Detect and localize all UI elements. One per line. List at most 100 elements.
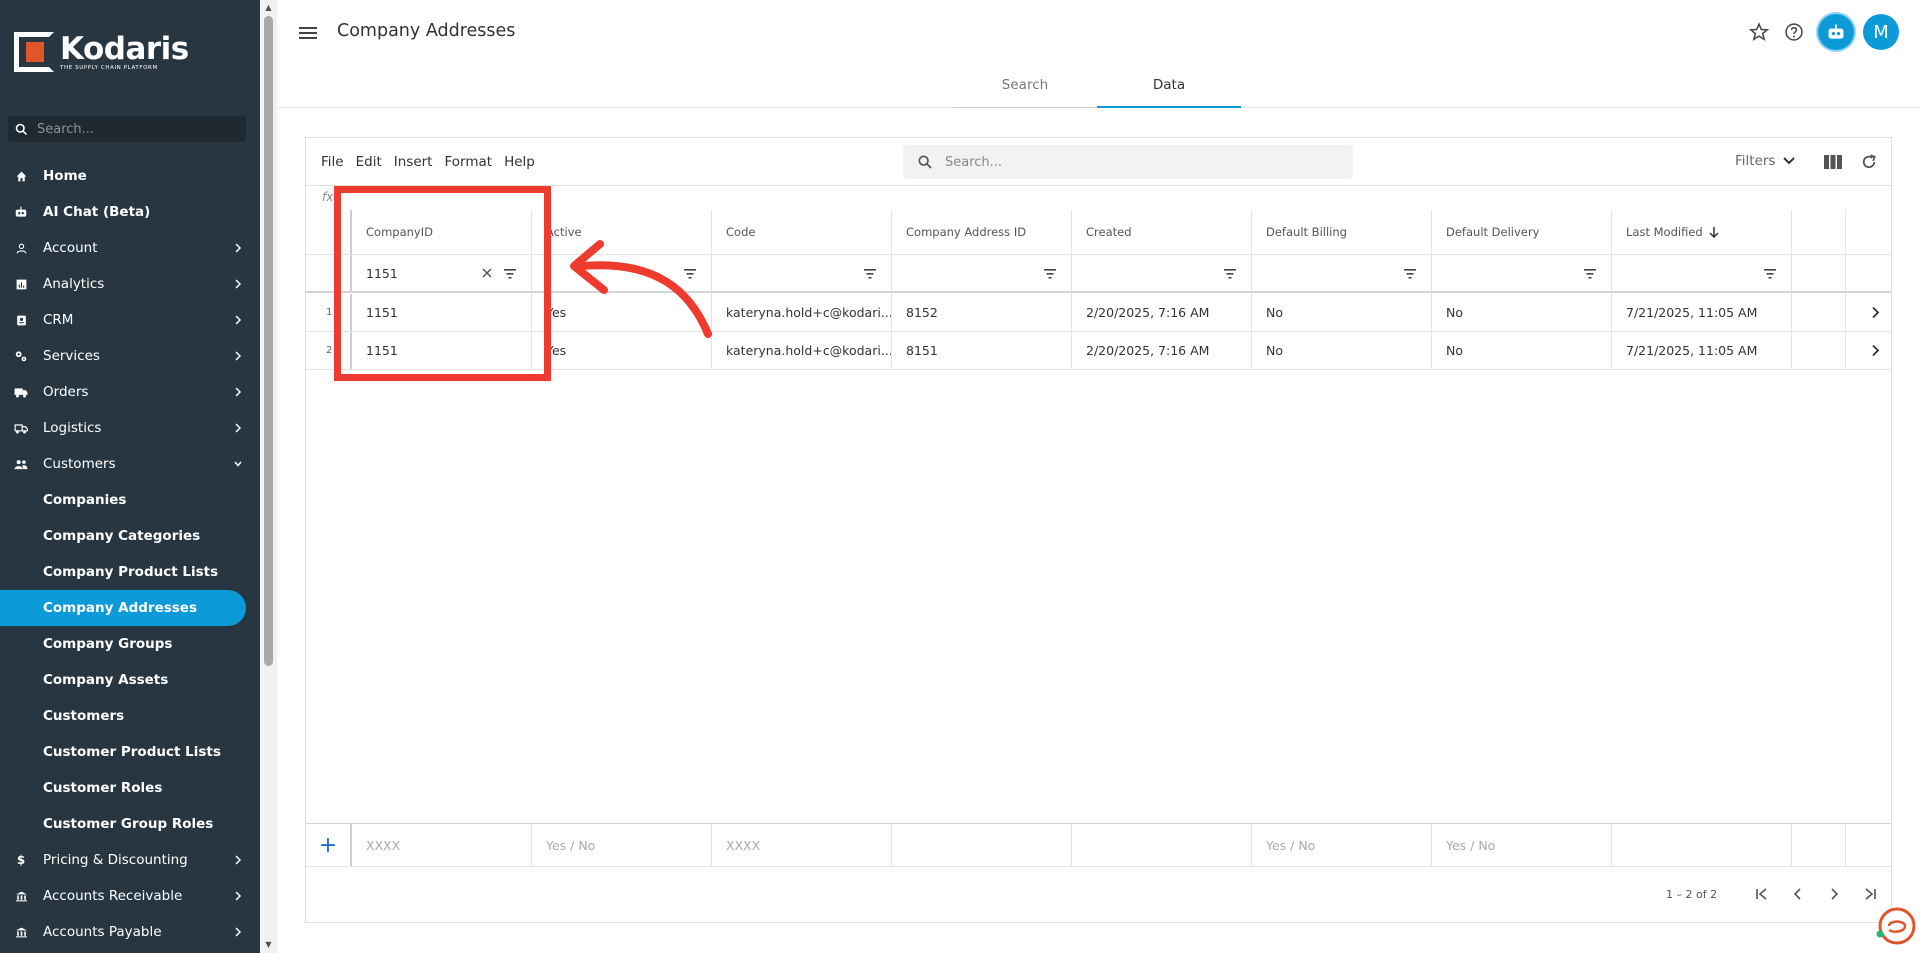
previous-page-icon[interactable] [1788,885,1808,903]
table-cell[interactable]: 8151 [892,332,1072,369]
menu-file[interactable]: File [321,154,344,170]
filter-cell-default-billing[interactable] [1252,255,1432,291]
row-open-button[interactable] [1846,332,1891,369]
chat-support-icon[interactable] [1876,906,1916,946]
insert-cell[interactable]: Yes / No [532,824,712,866]
sidebar-item-company-categories[interactable]: Company Categories [0,518,260,554]
next-page-icon[interactable] [1824,885,1844,903]
insert-cell[interactable] [1072,824,1252,866]
sidebar-item-customer-product-lists[interactable]: Customer Product Lists [0,734,260,770]
grid-search[interactable] [903,145,1353,179]
filter-cell-company-address-id[interactable] [892,255,1072,291]
column-header-default-delivery[interactable]: Default Delivery [1432,210,1612,254]
help-icon[interactable] [1782,20,1806,44]
insert-cell[interactable]: Yes / No [1252,824,1432,866]
column-header-last-modified[interactable]: Last Modified [1612,210,1792,254]
kodaris-logo[interactable]: Kodaris THE SUPPLY CHAIN PLATFORM [14,30,189,74]
star-icon[interactable] [1747,20,1771,44]
sidebar-item-customer-roles[interactable]: Customer Roles [0,770,260,806]
menu-format[interactable]: Format [444,154,492,170]
column-header-company-address-id[interactable]: Company Address ID [892,210,1072,254]
filter-icon[interactable] [1763,268,1777,280]
sidebar-item-crm[interactable]: CRM [0,302,260,338]
sidebar-item-customers[interactable]: Customers [0,446,260,482]
filter-cell-default-delivery[interactable] [1432,255,1612,291]
tab-data[interactable]: Data [1097,66,1241,108]
table-cell[interactable]: No [1252,332,1432,369]
table-cell[interactable]: 8152 [892,294,1072,331]
column-header-default-billing[interactable]: Default Billing [1252,210,1432,254]
robot-icon [1828,24,1844,39]
table-cell[interactable]: 7/21/2025, 11:05 AM [1612,332,1792,369]
sort-descending-icon[interactable] [1709,226,1719,238]
sidebar-item-label: Services [43,348,100,364]
sidebar-search[interactable] [8,116,246,142]
row-open-button[interactable] [1846,294,1891,331]
grid-search-input[interactable] [945,154,1325,170]
filter-cell-code[interactable] [712,255,892,291]
highlight-box [334,186,551,381]
scroll-down-arrow-icon[interactable]: ▼ [264,941,273,949]
sidebar-item-orders[interactable]: Orders [0,374,260,410]
sidebar-item-logistics[interactable]: Logistics [0,410,260,446]
ai-assistant-button[interactable] [1818,14,1854,50]
sidebar-item-account[interactable]: Account [0,230,260,266]
sidebar-item-label: Accounts Payable [43,924,162,940]
first-page-icon[interactable] [1752,885,1772,903]
menu-insert[interactable]: Insert [394,154,433,170]
sidebar-search-input[interactable] [37,121,237,137]
scroll-up-arrow-icon[interactable]: ▲ [264,4,273,12]
sidebar-item-home[interactable]: Home [0,158,260,194]
add-row-button[interactable]: + [306,824,352,866]
table-cell[interactable]: No [1252,294,1432,331]
filter-icon[interactable] [1403,268,1417,280]
sidebar-item-label: Companies [43,492,127,508]
insert-cell[interactable]: XXXX [712,824,892,866]
sidebar-scrollbar[interactable]: ▲ ▼ [260,0,277,953]
table-cell[interactable]: No [1432,294,1612,331]
sidebar-item-company-assets[interactable]: Company Assets [0,662,260,698]
hamburger-menu-icon[interactable] [299,24,317,42]
sidebar-item-company-groups[interactable]: Company Groups [0,626,260,662]
table-cell[interactable]: 2/20/2025, 7:16 AM [1072,294,1252,331]
filter-icon[interactable] [1043,268,1057,280]
sidebar-item-companies[interactable]: Companies [0,482,260,518]
filter-icon[interactable] [1583,268,1597,280]
sidebar-item-label: Account [43,240,98,256]
sidebar-item-services[interactable]: Services [0,338,260,374]
column-header-created[interactable]: Created [1072,210,1252,254]
sidebar-item-accounts-payable[interactable]: Accounts Payable [0,914,260,950]
table-cell[interactable]: No [1432,332,1612,369]
insert-cell[interactable]: Yes / No [1432,824,1612,866]
sidebar-item-company-product-lists[interactable]: Company Product Lists [0,554,260,590]
filter-cell-last-modified[interactable] [1612,255,1792,291]
sidebar-item-accounts-receivable[interactable]: Accounts Receivable [0,878,260,914]
insert-cell[interactable] [892,824,1072,866]
column-header-code[interactable]: Code [712,210,892,254]
menu-edit[interactable]: Edit [356,154,382,170]
scrollbar-thumb[interactable] [264,16,273,666]
tab-search[interactable]: Search [953,66,1097,108]
user-avatar[interactable]: M [1863,14,1899,50]
menu-help[interactable]: Help [504,154,535,170]
table-cell[interactable]: 2/20/2025, 7:16 AM [1072,332,1252,369]
filters-dropdown[interactable]: Filters [1735,153,1796,169]
sidebar-item-analytics[interactable]: Analytics [0,266,260,302]
insert-cell[interactable]: XXXX [352,824,532,866]
table-cell[interactable]: 7/21/2025, 11:05 AM [1612,294,1792,331]
filter-cell-created[interactable] [1072,255,1252,291]
last-page-icon[interactable] [1860,885,1880,903]
filter-icon[interactable] [863,268,877,280]
sidebar-item-pricing[interactable]: $ Pricing & Discounting [0,842,260,878]
filter-icon[interactable] [1223,268,1237,280]
chevron-right-icon [235,315,242,325]
sidebar-item-customer-group-roles[interactable]: Customer Group Roles [0,806,260,842]
table-cell[interactable]: kateryna.hold+c@kodari... [712,332,892,369]
insert-cell[interactable] [1612,824,1792,866]
columns-icon[interactable] [1823,152,1843,172]
table-cell[interactable]: kateryna.hold+c@kodari... [712,294,892,331]
sidebar-item-customers-sub[interactable]: Customers [0,698,260,734]
sidebar-item-company-addresses[interactable]: Company Addresses [0,590,246,626]
sidebar-item-ai-chat[interactable]: AI Chat (Beta) [0,194,260,230]
refresh-icon[interactable] [1859,152,1879,172]
